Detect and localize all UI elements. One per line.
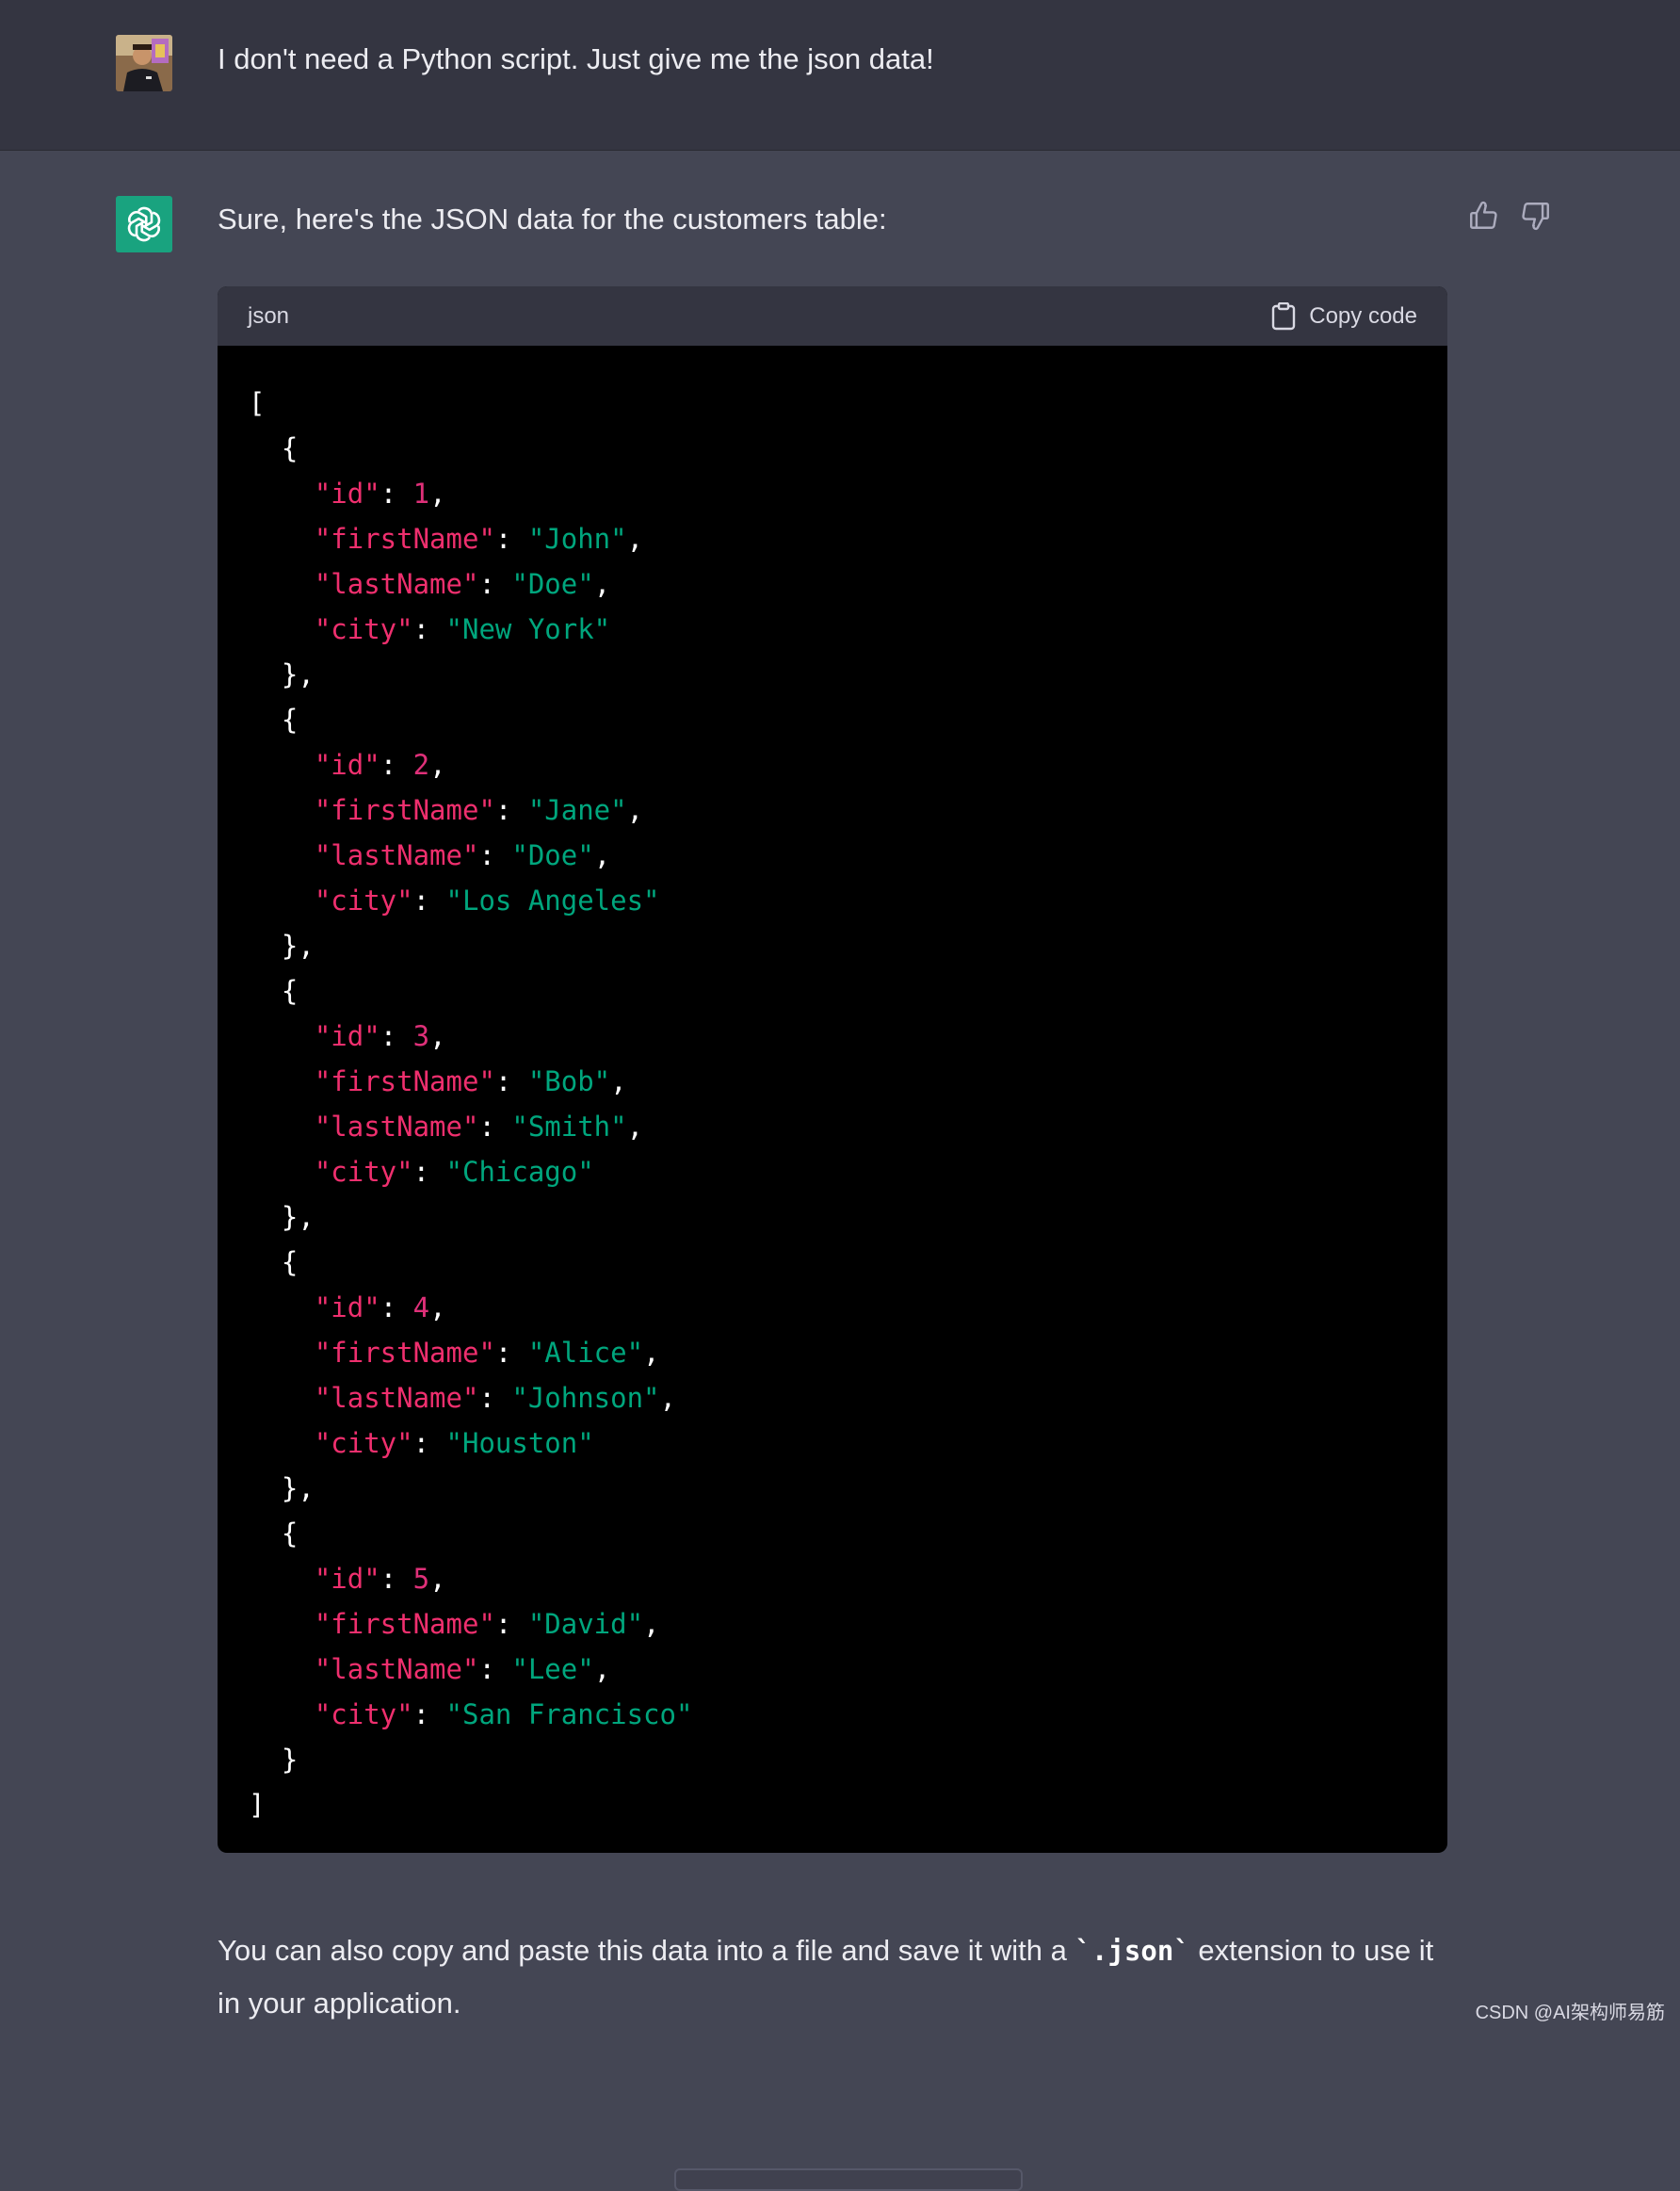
code-line-lastname: "lastName": "Doe", (314, 568, 611, 600)
followup-text-before: You can also copy and paste this data in… (218, 1934, 1075, 1967)
code-line-city: "city": "San Francisco" (314, 1698, 693, 1730)
user-avatar (116, 35, 172, 91)
code-line-id: "id": 5, (314, 1563, 446, 1595)
copy-code-label: Copy code (1309, 302, 1417, 329)
code-line-city: "city": "Chicago" (314, 1156, 594, 1188)
code-line-firstname: "firstName": "Bob", (314, 1065, 627, 1097)
copy-code-button[interactable]: Copy code (1271, 286, 1417, 346)
code-line-object-close: }, (249, 1201, 315, 1233)
assistant-followup-text: You can also copy and paste this data in… (218, 1924, 1461, 2030)
code-line-object-close: }, (249, 1472, 315, 1504)
code-line-object-open: { (249, 1517, 299, 1550)
code-line-lastname: "lastName": "Smith", (314, 1111, 644, 1143)
code-block: json Copy code [ { "id": 1, "firstName":… (218, 286, 1447, 1853)
thumbs-up-icon (1470, 201, 1497, 229)
inline-code-extension: `.json` (1074, 1935, 1190, 1967)
code-line-id: "id": 1, (314, 478, 446, 510)
thumbs-down-icon (1522, 203, 1549, 231)
code-line-object-open: { (249, 1246, 299, 1278)
code-line-id: "id": 4, (314, 1291, 446, 1323)
code-line-firstname: "firstName": "Jane", (314, 794, 644, 826)
user-message-row: I don't need a Python script. Just give … (0, 0, 1680, 151)
code-block-header: json Copy code (218, 286, 1447, 346)
code-line-object-close: } (249, 1744, 299, 1776)
code-line-city: "city": "Los Angeles" (314, 885, 660, 917)
code-content: [ { "id": 1, "firstName": "John", "lastN… (218, 346, 1447, 1853)
code-line-city: "city": "New York" (314, 613, 611, 645)
code-line-firstname: "firstName": "David", (314, 1608, 660, 1640)
code-language-label: json (248, 303, 290, 329)
user-avatar-photo (116, 35, 172, 91)
code-line-lastname: "lastName": "Lee", (314, 1653, 611, 1685)
code-line-object-open: { (249, 975, 299, 1007)
code-line-object-close: }, (249, 930, 315, 962)
code-line-city: "city": "Houston" (314, 1427, 594, 1459)
assistant-intro-text: Sure, here's the JSON data for the custo… (218, 203, 887, 235)
code-line-object-close: }, (249, 658, 315, 690)
thumbs-down-button[interactable] (1520, 200, 1556, 235)
code-line-firstname: "firstName": "John", (314, 523, 644, 555)
code-line-object-open: { (249, 432, 299, 464)
watermark: CSDN @AI架构师易筋 (1475, 2003, 1665, 2023)
openai-logo-icon (127, 206, 161, 242)
code-line-lastname: "lastName": "Doe", (314, 839, 611, 871)
clipboard-icon (1272, 301, 1296, 330)
user-message-text: I don't need a Python script. Just give … (218, 42, 934, 75)
code-line-id: "id": 3, (314, 1020, 446, 1052)
regenerate-response-button[interactable] (674, 2168, 1023, 2191)
code-line-open-bracket: [ (249, 387, 266, 419)
code-line-object-open: { (249, 704, 299, 736)
assistant-message-row: Sure, here's the JSON data for the custo… (0, 151, 1680, 2191)
code-line-close-bracket: ] (249, 1789, 266, 1821)
code-line-id: "id": 2, (314, 749, 446, 781)
thumbs-up-button[interactable] (1467, 200, 1503, 235)
assistant-avatar (116, 196, 172, 252)
code-line-lastname: "lastName": "Johnson", (314, 1382, 676, 1414)
code-line-firstname: "firstName": "Alice", (314, 1337, 660, 1369)
